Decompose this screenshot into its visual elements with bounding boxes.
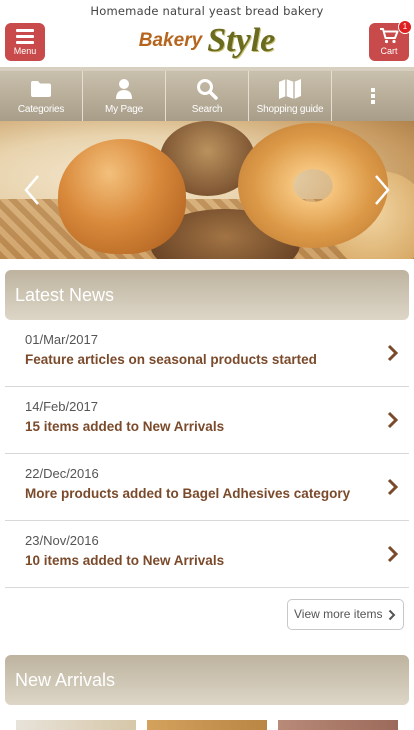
view-more-button[interactable]: View more items [287, 599, 404, 630]
more-vertical-icon [370, 84, 376, 108]
nav-label-search: Search [191, 104, 223, 115]
site-header: Homemade natural yeast bread bakery Menu… [0, 0, 414, 67]
cart-icon [380, 28, 399, 44]
site-logo[interactable]: Bakery Style [0, 22, 414, 62]
cart-count-badge: 1 [398, 20, 412, 34]
product-thumbnail[interactable] [278, 720, 398, 730]
news-list: 01/Mar/2017 Feature articles on seasonal… [5, 320, 409, 588]
folder-icon [30, 77, 52, 101]
new-arrivals-heading: New Arrivals [5, 655, 409, 705]
latest-news-heading: Latest News [5, 270, 409, 320]
cart-button[interactable]: Cart 1 [369, 20, 412, 61]
hero-image-bagel [238, 123, 388, 248]
nav-item-search[interactable]: Search [166, 71, 249, 121]
news-item[interactable]: 01/Mar/2017 Feature articles on seasonal… [5, 320, 409, 387]
nav-label-my-page: My Page [104, 104, 144, 115]
news-title[interactable]: More products added to Bagel Adhesives c… [25, 486, 409, 501]
news-item[interactable]: 23/Nov/2016 10 items added to New Arriva… [5, 521, 409, 588]
logo-word-bakery: Bakery [138, 30, 203, 51]
logo-word-style: Style [207, 22, 276, 59]
news-item[interactable]: 22/Dec/2016 More products added to Bagel… [5, 454, 409, 521]
news-title[interactable]: 10 items added to New Arrivals [25, 553, 409, 568]
chevron-left-icon[interactable] [20, 173, 44, 207]
hero-slider[interactable] [0, 121, 414, 259]
chevron-right-icon [387, 411, 399, 429]
new-arrivals-list [0, 720, 414, 730]
chevron-right-icon[interactable] [370, 173, 394, 207]
product-thumbnail[interactable] [16, 720, 136, 730]
news-title[interactable]: Feature articles on seasonal products st… [25, 352, 409, 367]
search-icon [196, 77, 218, 101]
news-item[interactable]: 14/Feb/2017 15 items added to New Arriva… [5, 387, 409, 454]
nav-item-my-page[interactable]: My Page [83, 71, 166, 121]
nav-item-shopping-guide[interactable]: Shopping guide [249, 71, 332, 121]
news-date: 14/Feb/2017 [25, 399, 99, 414]
map-icon [278, 77, 302, 101]
chevron-right-icon [387, 478, 399, 496]
chevron-right-icon [387, 344, 399, 362]
cart-label: Cart [380, 46, 398, 56]
news-title[interactable]: 15 items added to New Arrivals [25, 419, 409, 434]
view-more-label: View more items [294, 607, 383, 621]
product-thumbnail[interactable] [147, 720, 267, 730]
news-date: 22/Dec/2016 [25, 466, 99, 481]
nav-label-categories: Categories [17, 104, 65, 115]
news-date: 23/Nov/2016 [25, 533, 99, 548]
chevron-right-icon [388, 609, 396, 621]
nav-item-categories[interactable]: Categories [0, 71, 83, 121]
nav-label-shopping-guide: Shopping guide [256, 104, 324, 115]
hero-image-bread [58, 139, 186, 254]
nav-item-more[interactable] [332, 71, 414, 121]
user-icon [115, 77, 133, 101]
news-date: 01/Mar/2017 [25, 332, 98, 347]
chevron-right-icon [387, 545, 399, 563]
main-nav: Categories My Page Search Shopping guide [0, 67, 414, 121]
site-tagline: Homemade natural yeast bread bakery [90, 4, 324, 18]
